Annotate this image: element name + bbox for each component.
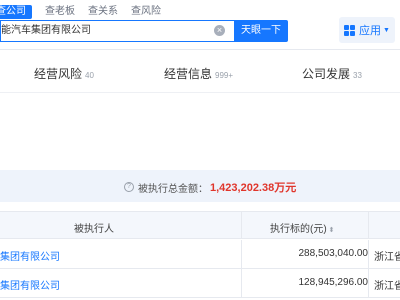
column-divider — [241, 240, 242, 268]
nav-item-company-development[interactable]: 公司发展 33 — [302, 65, 362, 82]
summary-label: 被执行总金额： — [138, 183, 208, 195]
nav-item-label: 公司发展 — [302, 67, 351, 81]
column-header-executed-party: 被执行人 — [74, 224, 114, 235]
column-divider — [241, 269, 242, 297]
sort-icon[interactable]: ⬍ — [329, 227, 335, 234]
summary-text: ? 被执行总金额： 1,423,202.38万元 — [124, 179, 296, 195]
page-root: 查公司 查老板 查关系 查风险 能汽车集团有限公司 × 天眼一下 应用 ▼ 经营… — [0, 0, 400, 300]
execution-amount: 128,945,296.00 — [298, 277, 368, 288]
execution-summary: ? 被执行总金额： 1,423,202.38万元 — [0, 170, 400, 202]
nav-item-label: 经营信息 — [164, 67, 213, 81]
nav-item-count: 33 — [353, 71, 362, 80]
column-divider — [368, 212, 369, 238]
column-header-amount[interactable]: 执行标的(元) ⬍ — [270, 220, 335, 235]
question-icon[interactable]: ? — [124, 182, 134, 192]
table-row: 集团有限公司 288,503,040.00 浙江省 — [0, 240, 400, 269]
nav-item-business-risk[interactable]: 经营风险 40 — [34, 65, 94, 82]
apps-grid-icon — [344, 24, 356, 36]
search-bar: 能汽车集团有限公司 × 天眼一下 — [0, 20, 288, 42]
execution-location: 浙江省 — [374, 252, 400, 263]
nav-item-label: 经营风险 — [34, 67, 83, 81]
nav-item-count: 999+ — [215, 71, 234, 80]
tab-boss[interactable]: 查老板 — [45, 5, 75, 19]
column-divider — [241, 212, 242, 238]
caret-down-icon: ▼ — [383, 26, 390, 34]
search-button[interactable]: 天眼一下 — [234, 20, 288, 42]
section-nav: 经营风险 40 经营信息 999+ 公司发展 33 — [0, 51, 400, 93]
search-input[interactable]: 能汽车集团有限公司 — [0, 20, 234, 42]
table-row: 集团有限公司 128,945,296.00 浙江省 — [0, 269, 400, 298]
executed-party-link[interactable]: 集团有限公司 — [0, 277, 60, 292]
tab-relation[interactable]: 查关系 — [88, 5, 118, 19]
column-divider — [368, 269, 369, 297]
column-header-amount-label: 执行标的(元) — [270, 224, 327, 235]
tab-company[interactable]: 查公司 — [0, 5, 32, 19]
tab-risk[interactable]: 查风险 — [131, 5, 161, 19]
apps-label: 应用 — [359, 25, 382, 37]
table-header: 被执行人 执行标的(元) ⬍ — [0, 211, 400, 239]
search-header: 查公司 查老板 查关系 查风险 能汽车集团有限公司 × 天眼一下 应用 ▼ — [0, 0, 400, 50]
column-divider — [368, 240, 369, 268]
content-spacer — [0, 94, 400, 170]
summary-amount: 1,423,202.38万元 — [210, 182, 297, 194]
nav-item-business-info[interactable]: 经营信息 999+ — [164, 65, 233, 82]
execution-location: 浙江省 — [374, 281, 400, 292]
execution-amount: 288,503,040.00 — [298, 248, 368, 259]
nav-item-count: 40 — [85, 71, 94, 80]
clear-icon[interactable]: × — [214, 25, 225, 36]
executed-party-link[interactable]: 集团有限公司 — [0, 248, 60, 263]
apps-menu-button[interactable]: 应用 ▼ — [339, 17, 395, 43]
search-type-tabs: 查公司 查老板 查关系 查风险 — [0, 5, 174, 19]
